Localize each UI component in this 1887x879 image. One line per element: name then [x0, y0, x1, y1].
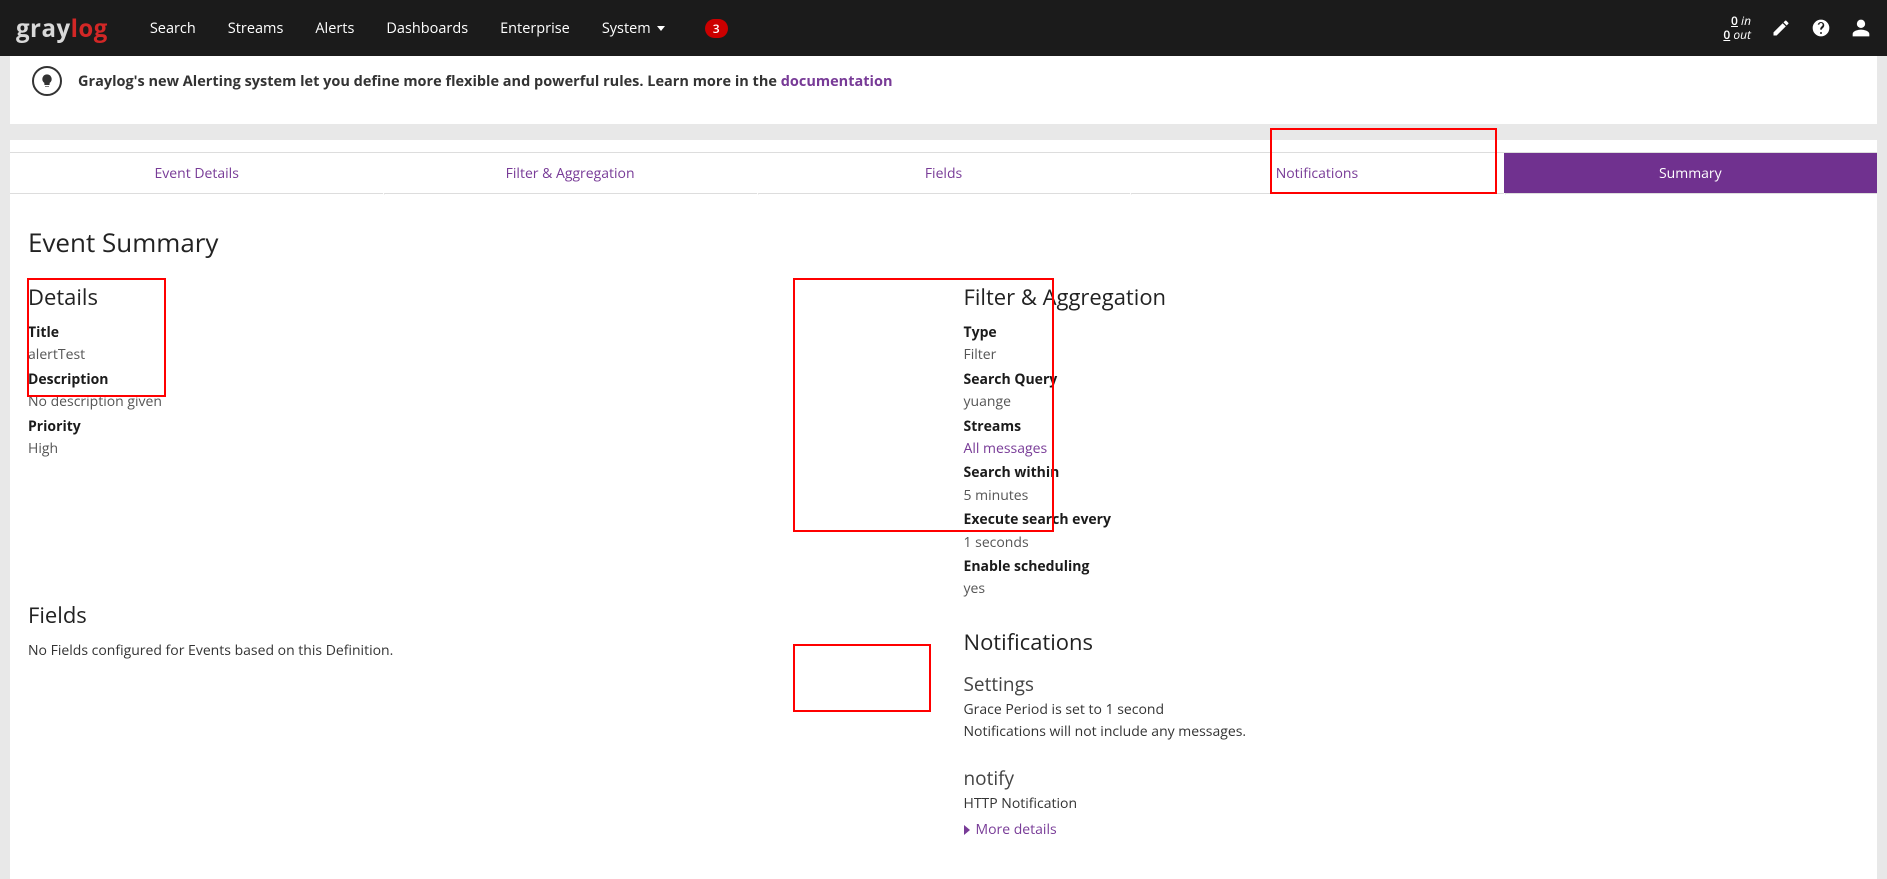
left-column: Details Title alertTest Description No d…	[28, 282, 924, 839]
step-event-details[interactable]: Event Details	[10, 153, 383, 193]
step-label: Summary	[1659, 164, 1722, 183]
details-desc-value: No description given	[28, 391, 924, 413]
scratchpad-icon[interactable]	[1771, 18, 1791, 38]
filter-body: Type Filter Search Query yuange Streams …	[964, 322, 1860, 601]
details-title-value: alertTest	[28, 344, 924, 366]
stream-link[interactable]: All messages	[964, 439, 1048, 458]
filter-query-label: Search Query	[964, 369, 1860, 391]
more-details-toggle[interactable]: More details	[964, 820, 1860, 839]
more-details-label: More details	[976, 820, 1057, 839]
info-banner-card: Graylog's new Alerting system let you de…	[10, 56, 1877, 124]
filter-streams-label: Streams	[964, 416, 1860, 438]
nav-enterprise[interactable]: Enterprise	[484, 1, 586, 56]
help-icon[interactable]	[1811, 18, 1831, 38]
filter-exec-label: Execute search every	[964, 509, 1860, 531]
content: Event Summary Details Title alertTest De…	[10, 224, 1877, 839]
filter-within-value: 5 minutes	[964, 485, 1860, 507]
nav-links: Search Streams Alerts Dashboards Enterpr…	[134, 1, 728, 56]
details-body: Title alertTest Description No descripti…	[28, 322, 924, 460]
details-desc-label: Description	[28, 369, 924, 391]
nav-system[interactable]: System	[586, 1, 681, 56]
wizard-steps: Event Details Filter & Aggregation Field…	[10, 152, 1877, 194]
inout-out-value: 0	[1723, 26, 1730, 43]
banner-text-main: Graylog's new Alerting system let you de…	[78, 72, 781, 91]
notifications-heading: Notifications	[964, 627, 1860, 657]
step-label: Event Details	[155, 164, 239, 183]
chevron-down-icon	[657, 26, 665, 31]
filter-type-label: Type	[964, 322, 1860, 344]
nav-alerts[interactable]: Alerts	[299, 1, 370, 56]
right-column: Filter & Aggregation Type Filter Search …	[964, 282, 1860, 839]
notifications-nomsg: Notifications will not include any messa…	[964, 721, 1860, 743]
nav-search[interactable]: Search	[134, 1, 212, 56]
inout-out-label: out	[1733, 26, 1751, 43]
notifications-settings-label: Settings	[964, 671, 1860, 697]
details-title-label: Title	[28, 322, 924, 344]
page-title: Event Summary	[28, 224, 1859, 260]
step-fields[interactable]: Fields	[757, 153, 1130, 193]
fields-heading: Fields	[28, 600, 924, 630]
details-prio-value: High	[28, 438, 924, 460]
nav-dashboards[interactable]: Dashboards	[370, 1, 484, 56]
nav-system-label: System	[602, 19, 651, 38]
page-card: Event Details Filter & Aggregation Field…	[10, 140, 1877, 879]
details-heading: Details	[28, 282, 924, 312]
step-summary[interactable]: Summary	[1504, 153, 1877, 193]
notify-type: HTTP Notification	[964, 793, 1860, 815]
brand-logo[interactable]: graylog	[16, 12, 108, 45]
nav-right: 0 in 0 out	[1723, 14, 1871, 42]
details-prio-label: Priority	[28, 416, 924, 438]
notification-count-badge[interactable]: 3	[705, 19, 728, 38]
filter-type-value: Filter	[964, 344, 1860, 366]
filter-sched-value: yes	[964, 578, 1860, 600]
user-icon[interactable]	[1851, 18, 1871, 38]
filter-heading: Filter & Aggregation	[964, 282, 1860, 312]
lightbulb-icon	[32, 66, 62, 96]
brand-red: log	[71, 12, 108, 45]
filter-streams-value: All messages	[964, 438, 1860, 460]
step-label: Fields	[925, 164, 962, 183]
notifications-grace: Grace Period is set to 1 second	[964, 699, 1860, 721]
nav-streams[interactable]: Streams	[212, 1, 300, 56]
top-navbar: graylog Search Streams Alerts Dashboards…	[0, 0, 1887, 56]
step-label: Filter & Aggregation	[506, 164, 635, 183]
throughput-indicator: 0 in 0 out	[1723, 14, 1751, 42]
caret-right-icon	[964, 825, 970, 835]
step-notifications[interactable]: Notifications	[1130, 153, 1503, 193]
brand-gray: gray	[16, 12, 71, 45]
fields-empty-text: No Fields configured for Events based on…	[28, 640, 924, 662]
info-banner: Graylog's new Alerting system let you de…	[32, 66, 1855, 96]
documentation-link[interactable]: documentation	[781, 72, 893, 91]
banner-text: Graylog's new Alerting system let you de…	[78, 72, 892, 91]
filter-exec-value: 1 seconds	[964, 532, 1860, 554]
notify-name: notify	[964, 765, 1860, 791]
filter-sched-label: Enable scheduling	[964, 556, 1860, 578]
filter-within-label: Search within	[964, 462, 1860, 484]
filter-query-value: yuange	[964, 391, 1860, 413]
step-filter-aggregation[interactable]: Filter & Aggregation	[383, 153, 756, 193]
step-label: Notifications	[1276, 164, 1358, 183]
